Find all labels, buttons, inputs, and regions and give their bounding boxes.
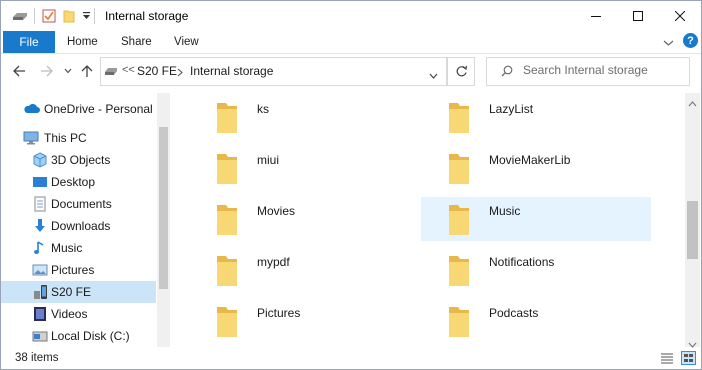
folder-item[interactable]: Pictures [189, 299, 419, 343]
overflow-chevrons[interactable]: << [122, 64, 135, 76]
forward-button[interactable] [38, 61, 54, 81]
explorer-window: Internal storage File Home Share View ? [0, 0, 702, 370]
back-arrow-icon [12, 65, 25, 77]
close-icon [675, 11, 685, 21]
title-separator [94, 8, 95, 24]
folder-icon [446, 101, 472, 135]
breadcrumb-internal-storage[interactable]: Internal storage [190, 64, 273, 78]
folder-icon [214, 203, 240, 237]
tab-home[interactable]: Home [67, 31, 98, 53]
content-scrollbar-thumb[interactable] [687, 201, 698, 259]
new-folder-icon[interactable] [62, 8, 76, 24]
breadcrumb-s20fe[interactable]: S20 FE [137, 64, 177, 78]
folder-item[interactable]: miui [189, 146, 419, 190]
folder-item[interactable]: Podcasts [421, 299, 651, 343]
desktop-icon [32, 174, 48, 190]
tab-view[interactable]: View [174, 31, 199, 53]
nav-item-downloads[interactable]: Downloads [1, 215, 156, 237]
nav-item-pictures[interactable]: Pictures [1, 259, 156, 281]
minimize-icon [591, 16, 601, 17]
folder-item-hovered[interactable]: Music [421, 197, 651, 241]
folder-icon [214, 254, 240, 288]
scroll-down-icon[interactable] [688, 337, 697, 351]
hard-disk-icon [32, 328, 48, 344]
folder-icon [214, 152, 240, 186]
folder-item[interactable]: Notifications [421, 248, 651, 292]
film-icon [32, 306, 48, 322]
nav-pane-scrollbar[interactable] [157, 93, 170, 347]
folder-icon [446, 152, 472, 186]
folder-item[interactable]: mypdf [189, 248, 419, 292]
details-view-icon[interactable] [660, 352, 674, 367]
folder-icon [214, 101, 240, 135]
content-scrollbar[interactable] [685, 93, 700, 348]
large-icons-view-icon[interactable] [681, 351, 696, 365]
address-bar[interactable]: << S20 FE Internal storage [100, 57, 447, 86]
back-button[interactable] [11, 61, 27, 81]
cube-icon [32, 152, 48, 168]
drive-icon [11, 8, 29, 24]
folder-item[interactable]: ks [189, 95, 419, 139]
expand-ribbon-chevron-icon[interactable] [663, 36, 674, 50]
refresh-button[interactable] [447, 57, 475, 86]
folder-item[interactable]: MovieMakerLib [421, 146, 651, 190]
help-icon[interactable]: ? [683, 33, 698, 48]
folder-item[interactable]: LazyList [421, 95, 651, 139]
computer-icon [23, 130, 39, 146]
nav-scrollbar-thumb[interactable] [159, 127, 168, 289]
maximize-icon [633, 11, 643, 21]
title-bar: Internal storage [1, 1, 701, 31]
folder-icon [214, 305, 240, 339]
customize-toolbar-chevron-icon[interactable] [80, 8, 92, 24]
forward-arrow-icon [40, 65, 53, 77]
nav-item-desktop[interactable]: Desktop [1, 171, 156, 193]
folder-icon [446, 254, 472, 288]
ribbon-tabs: File Home Share View ? [1, 31, 701, 54]
recent-locations-button[interactable] [62, 61, 74, 81]
title-separator [34, 8, 35, 24]
download-arrow-icon [32, 218, 48, 234]
navigation-pane: OneDrive - Personal This PC 3D Objects D… [1, 93, 170, 347]
nav-item-this-pc[interactable]: This PC [1, 127, 156, 149]
refresh-icon [456, 65, 467, 77]
search-box[interactable] [486, 57, 690, 86]
scroll-up-icon[interactable] [688, 96, 697, 110]
maximize-button[interactable] [615, 1, 661, 31]
pictures-icon [32, 262, 48, 278]
documents-icon [32, 196, 48, 212]
folder-item[interactable]: Movies [189, 197, 419, 241]
cloud-icon [23, 101, 40, 117]
nav-item-onedrive[interactable]: OneDrive - Personal [1, 98, 156, 120]
search-input[interactable] [523, 63, 683, 77]
phone-icon [32, 284, 48, 300]
breadcrumb-separator-icon[interactable] [177, 66, 183, 80]
up-button[interactable] [79, 61, 95, 81]
address-dropdown-icon[interactable] [429, 68, 438, 82]
minimize-button[interactable] [573, 1, 619, 31]
item-count: 38 items [15, 352, 59, 364]
file-tab[interactable]: File [3, 31, 55, 53]
nav-item-documents[interactable]: Documents [1, 193, 156, 215]
folder-icon [446, 203, 472, 237]
nav-item-music[interactable]: Music [1, 237, 156, 259]
phone-drive-icon [104, 65, 118, 79]
folder-icon [446, 305, 472, 339]
properties-icon[interactable] [41, 8, 57, 24]
file-list: ks LazyList miui MovieMakerLib Movies Mu… [173, 93, 685, 347]
nav-item-3d-objects[interactable]: 3D Objects [1, 149, 156, 171]
up-arrow-icon [81, 64, 93, 77]
nav-item-videos[interactable]: Videos [1, 303, 156, 325]
nav-item-local-disk[interactable]: Local Disk (C:) [1, 325, 156, 347]
music-note-icon [32, 240, 48, 256]
nav-item-s20fe[interactable]: S20 FE [1, 281, 156, 303]
chevron-down-icon [64, 68, 72, 74]
tab-share[interactable]: Share [121, 31, 152, 53]
window-title: Internal storage [105, 9, 189, 23]
close-button[interactable] [657, 1, 702, 31]
search-icon [501, 65, 513, 80]
